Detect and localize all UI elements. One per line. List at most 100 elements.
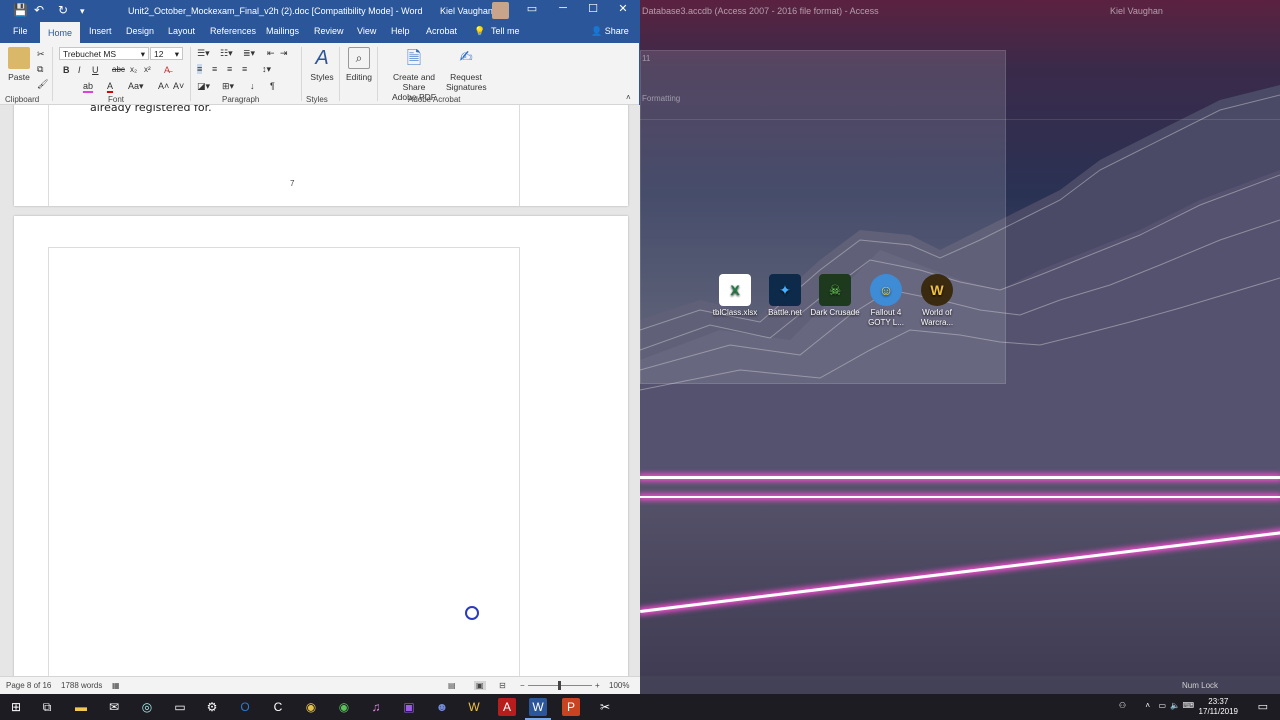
wow-taskbar-icon[interactable]: W — [465, 698, 483, 716]
save-icon[interactable]: 💾 — [13, 3, 28, 17]
outlook-icon[interactable]: O — [236, 698, 254, 716]
page-8[interactable] — [14, 216, 628, 676]
shrink-font-icon[interactable]: A˅ — [173, 81, 184, 91]
underline-button[interactable]: U — [92, 65, 99, 75]
clock[interactable]: 23:37 17/11/2019 — [1199, 697, 1238, 717]
customize-qa-icon[interactable]: ▾ — [80, 6, 85, 17]
bold-button[interactable]: B — [63, 65, 70, 75]
proofing-icon[interactable]: ▦ — [112, 681, 120, 690]
justify-icon[interactable]: ≡ — [242, 64, 247, 74]
store-icon[interactable]: ▭ — [171, 698, 189, 716]
desktop-icon-dark-crusade[interactable]: ☠ Dark Crusade — [810, 274, 860, 318]
collapse-ribbon-icon[interactable]: ˄ — [626, 93, 631, 102]
grow-font-icon[interactable]: A˄ — [158, 81, 169, 91]
copy-icon[interactable]: ⧉ — [37, 64, 43, 75]
change-case-icon[interactable]: Aa▾ — [128, 81, 144, 92]
highlight-icon[interactable]: ab — [83, 81, 94, 93]
maximize-icon[interactable]: ☐ — [578, 2, 608, 15]
font-name-dropdown[interactable]: Trebuchet MS ▾ — [59, 47, 149, 60]
file-explorer-icon[interactable]: ▬ — [72, 698, 90, 716]
twitch-icon[interactable]: ▣ — [400, 698, 418, 716]
increase-indent-icon[interactable]: ⇥ — [280, 48, 288, 59]
sort-icon[interactable]: ↓ — [250, 81, 255, 91]
styles-button[interactable]: A Styles — [308, 47, 336, 82]
web-layout-icon[interactable]: ⊟ — [499, 681, 506, 690]
align-center-icon[interactable]: ≡ — [212, 64, 217, 74]
tab-insert[interactable]: Insert — [89, 26, 112, 36]
editing-button[interactable]: ⌕ Editing — [344, 47, 374, 82]
numbering-icon[interactable]: ☷▾ — [220, 48, 233, 59]
subscript-button[interactable]: x₂ — [130, 65, 137, 74]
tell-me-search[interactable]: Tell me — [491, 26, 520, 36]
document-canvas[interactable]: already registered for. 7 — [0, 105, 640, 676]
show-formatting-icon[interactable]: ¶ — [270, 81, 275, 91]
chrome-profile-icon[interactable]: ◉ — [335, 698, 353, 716]
start-windows-icon[interactable]: ⊞ — [7, 698, 25, 716]
account-name[interactable]: Kiel Vaughan — [440, 6, 493, 16]
request-signatures-button[interactable]: ✍ Request Signatures — [446, 47, 487, 92]
keyboard-icon[interactable]: ⌨ — [1182, 701, 1194, 710]
zoom-level[interactable]: 100% — [609, 681, 629, 690]
word-count[interactable]: 1788 words — [61, 681, 102, 690]
tab-references[interactable]: References — [210, 26, 256, 36]
discord-icon[interactable]: ☻ — [433, 698, 451, 716]
desktop-icon-battlenet[interactable]: ✦ Battle.net — [760, 274, 810, 318]
desktop-icon-fallout4[interactable]: ☺ Fallout 4 GOTY L... — [861, 274, 911, 328]
superscript-button[interactable]: x² — [144, 65, 151, 74]
minimize-icon[interactable]: ─ — [548, 2, 578, 14]
tab-acrobat[interactable]: Acrobat — [426, 26, 457, 36]
tab-mailings[interactable]: Mailings — [266, 26, 299, 36]
mail-icon[interactable]: ✉ — [105, 698, 123, 716]
clear-formatting-icon[interactable]: A̶ — [164, 65, 170, 75]
people-icon[interactable]: ⚇ — [1119, 701, 1126, 710]
zoom-in-icon[interactable]: + — [595, 681, 600, 690]
snipping-tool-icon[interactable]: ✂ — [596, 698, 614, 716]
cut-icon[interactable]: ✂ — [37, 49, 45, 60]
tab-layout[interactable]: Layout — [168, 26, 195, 36]
powerpoint-icon[interactable]: P — [562, 698, 580, 716]
settings-gear-icon[interactable]: ⚙ — [203, 698, 221, 716]
align-left-icon[interactable]: ≡ — [197, 64, 203, 74]
zoom-slider-thumb[interactable] — [558, 681, 561, 690]
share-button[interactable]: 👤 Share — [591, 26, 629, 37]
shading-icon[interactable]: ◪▾ — [197, 81, 210, 92]
tab-view[interactable]: View — [357, 26, 376, 36]
decrease-indent-icon[interactable]: ⇤ — [267, 48, 275, 59]
borders-icon[interactable]: ⊞▾ — [222, 81, 234, 92]
multilevel-list-icon[interactable]: ≣▾ — [243, 48, 255, 59]
strikethrough-button[interactable]: abc — [112, 65, 125, 74]
chrome-icon[interactable]: ◉ — [302, 698, 320, 716]
zoom-out-icon[interactable]: − — [520, 681, 525, 690]
format-painter-icon[interactable]: 🖌 — [37, 79, 48, 90]
bullets-icon[interactable]: ☰▾ — [197, 48, 210, 59]
itunes-icon[interactable]: ♫ — [367, 698, 385, 716]
page-count[interactable]: Page 8 of 16 — [6, 681, 51, 690]
tab-design[interactable]: Design — [126, 26, 154, 36]
access-icon[interactable]: A — [498, 698, 516, 716]
page-7[interactable]: already registered for. 7 — [14, 105, 628, 206]
read-mode-icon[interactable]: ▤ — [448, 681, 456, 690]
desktop-icon-tblclass[interactable]: X tblClass.xlsx — [710, 274, 760, 318]
cortana-alt-icon[interactable]: C — [269, 698, 287, 716]
network-icon[interactable]: ▭ — [1158, 701, 1166, 710]
line-spacing-icon[interactable]: ↕▾ — [262, 64, 271, 75]
print-layout-icon[interactable]: ▣ — [474, 681, 486, 690]
tab-home[interactable]: Home — [40, 22, 81, 43]
align-right-icon[interactable]: ≡ — [227, 64, 232, 74]
volume-icon[interactable]: 🔈 — [1170, 701, 1180, 710]
font-color-icon[interactable]: A — [107, 81, 114, 93]
cortana-icon[interactable]: ◎ — [138, 698, 156, 716]
undo-icon[interactable]: ↶ — [34, 3, 44, 17]
tab-review[interactable]: Review — [314, 26, 344, 36]
italic-button[interactable]: I — [78, 65, 81, 75]
font-size-dropdown[interactable]: 12 ▾ — [150, 47, 183, 60]
redo-icon[interactable]: ↻ — [58, 3, 68, 17]
close-icon[interactable]: ✕ — [608, 2, 638, 15]
avatar[interactable] — [492, 2, 509, 19]
task-view-icon[interactable]: ⧉ — [38, 698, 56, 716]
desktop-icon-wow[interactable]: W World of Warcra... — [912, 274, 962, 328]
ribbon-display-icon[interactable]: ▭ — [517, 2, 547, 15]
notifications-icon[interactable]: ▭ — [1258, 700, 1268, 713]
paste-button[interactable]: Paste — [8, 47, 30, 82]
word-taskbar-icon[interactable]: W — [525, 698, 551, 720]
